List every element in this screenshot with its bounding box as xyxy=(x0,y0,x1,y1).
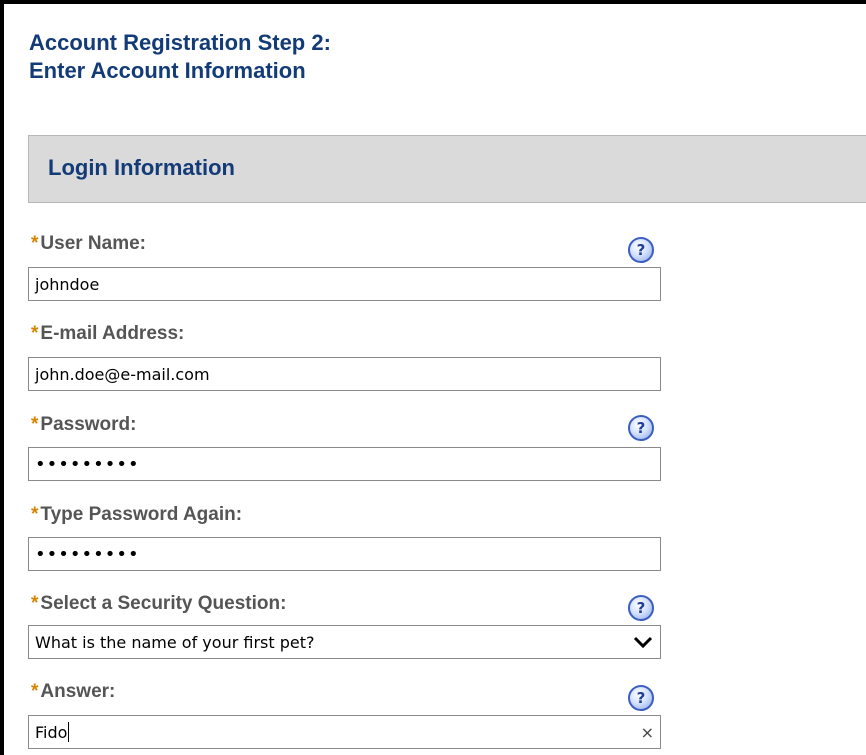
section-title: Login Information xyxy=(48,155,235,180)
text-caret xyxy=(68,722,70,742)
answer-label: * Answer: xyxy=(31,681,116,702)
required-asterisk: * xyxy=(31,681,39,702)
username-value: johndoe xyxy=(35,274,100,294)
password-help-icon[interactable]: ? xyxy=(628,415,654,441)
clear-icon[interactable]: × xyxy=(641,723,660,742)
required-asterisk: * xyxy=(31,504,39,525)
email-value: john.doe@e-mail.com xyxy=(35,364,210,384)
email-label: * E-mail Address: xyxy=(31,323,185,344)
answer-value: Fido xyxy=(35,722,68,742)
password-again-label: * Type Password Again: xyxy=(31,504,243,525)
username-help-icon[interactable]: ? xyxy=(628,237,654,263)
password-label: * Password: xyxy=(31,414,137,435)
chevron-down-icon[interactable] xyxy=(632,631,654,653)
answer-help-icon[interactable]: ? xyxy=(628,685,654,711)
security-question-help-icon[interactable]: ? xyxy=(628,595,654,621)
login-information-section-header: Login Information xyxy=(28,135,866,203)
email-input[interactable]: john.doe@e-mail.com xyxy=(28,357,661,391)
page-title: Account Registration Step 2: Enter Accou… xyxy=(29,29,331,85)
username-label: * User Name: xyxy=(31,233,147,254)
required-asterisk: * xyxy=(31,414,39,435)
password-value: ••••••••• xyxy=(35,453,140,475)
security-question-label: * Select a Security Question: xyxy=(31,593,287,614)
page-title-line-1: Account Registration Step 2: xyxy=(29,30,331,55)
password-again-value: ••••••••• xyxy=(35,543,140,565)
required-asterisk: * xyxy=(31,233,39,254)
answer-input[interactable]: Fido × xyxy=(28,715,661,749)
password-input[interactable]: ••••••••• xyxy=(28,447,661,481)
username-input[interactable]: johndoe xyxy=(28,267,661,301)
security-question-value: What is the name of your first pet? xyxy=(35,632,315,652)
password-again-input[interactable]: ••••••••• xyxy=(28,537,661,571)
security-question-select[interactable]: What is the name of your first pet? xyxy=(28,625,661,659)
page-title-line-2: Enter Account Information xyxy=(29,58,306,83)
required-asterisk: * xyxy=(31,323,39,344)
page-frame: Account Registration Step 2: Enter Accou… xyxy=(0,0,866,755)
required-asterisk: * xyxy=(31,593,39,614)
